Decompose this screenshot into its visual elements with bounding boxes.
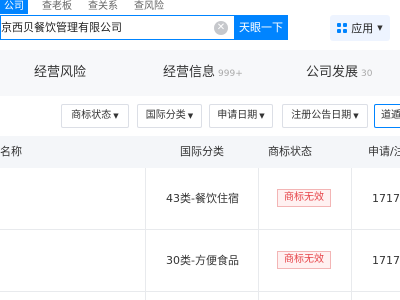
table-row[interactable]: 30类-方便食品 商标无效 17174 bbox=[0, 230, 400, 292]
col-intl-class: 国际分类 bbox=[180, 145, 224, 158]
caret-down-icon: ▼ bbox=[377, 24, 383, 32]
tab-operating-info[interactable]: 经营信息 999+ bbox=[163, 50, 243, 96]
tab-company-development[interactable]: 公司发展 30 bbox=[306, 50, 372, 96]
search-header: 公司 查老板 查关系 查风险 京西贝餐饮管理有限公司 ✕ 天眼一下 应用 ▼ bbox=[0, 0, 400, 45]
triangle-down-icon: ▼ bbox=[113, 112, 119, 120]
tab-count: 999+ bbox=[218, 69, 243, 79]
tab-boss[interactable]: 查老板 bbox=[42, 0, 72, 14]
tab-company[interactable]: 公司 bbox=[0, 0, 28, 14]
filter-announce-date[interactable]: 注册公告日期 ▼ bbox=[282, 104, 368, 128]
table-row[interactable]: 43类-餐饮住宿 商标无效 17174 bbox=[0, 168, 400, 230]
search-input-wrapper: 京西贝餐饮管理有限公司 ✕ bbox=[0, 15, 234, 40]
filter-label: 道遁 bbox=[381, 110, 400, 121]
intl-class-cell: 43类-餐饮住宿 bbox=[166, 192, 239, 205]
filter-label: 注册公告日期 bbox=[291, 110, 352, 121]
tab-count: 30 bbox=[361, 69, 373, 79]
filter-label: 国际分类 bbox=[145, 110, 186, 121]
status-badge: 商标无效 bbox=[277, 251, 331, 269]
triangle-down-icon: ▼ bbox=[259, 112, 265, 120]
triangle-down-icon: ▼ bbox=[187, 112, 194, 120]
filter-label: 申请日期 bbox=[217, 110, 258, 121]
category-tabs: 经营风险 经营信息 999+ 公司发展 30 bbox=[0, 50, 400, 96]
apply-no-cell: 17174 bbox=[372, 254, 400, 267]
app-button-label: 应用 bbox=[351, 22, 374, 35]
grid-icon bbox=[337, 23, 348, 33]
filter-label: 商标状态 bbox=[71, 110, 112, 121]
filter-search-input[interactable]: 道遁 bbox=[374, 104, 400, 128]
table-header: 名称 国际分类 商标状态 申请/注 bbox=[0, 136, 400, 168]
intl-class-cell: 30类-方便食品 bbox=[166, 254, 239, 267]
tab-label: 公司发展 bbox=[306, 65, 359, 80]
trademark-page: 公司 查老板 查关系 查风险 京西贝餐饮管理有限公司 ✕ 天眼一下 应用 ▼ 经… bbox=[0, 0, 400, 300]
app-menu-button[interactable]: 应用 ▼ bbox=[330, 15, 390, 41]
search-button[interactable]: 天眼一下 bbox=[234, 15, 288, 40]
tab-label: 经营信息 bbox=[163, 65, 216, 80]
tab-operating-risk[interactable]: 经营风险 bbox=[34, 50, 86, 96]
col-name: 名称 bbox=[0, 145, 22, 158]
close-circle-icon[interactable]: ✕ bbox=[214, 20, 228, 35]
tab-relations[interactable]: 查关系 bbox=[88, 0, 118, 14]
status-badge: 商标无效 bbox=[277, 189, 331, 207]
search-type-tabs: 公司 查老板 查关系 查风险 bbox=[0, 0, 180, 14]
search-input[interactable]: 京西贝餐饮管理有限公司 bbox=[1, 16, 214, 39]
filter-intl-class[interactable]: 国际分类 ▼ bbox=[137, 104, 202, 128]
tab-risk[interactable]: 查风险 bbox=[134, 0, 164, 14]
filter-apply-date[interactable]: 申请日期 ▼ bbox=[209, 104, 273, 128]
filter-bar: 商标状态 ▼ 国际分类 ▼ 申请日期 ▼ 注册公告日期 ▼ 道遁 bbox=[0, 104, 400, 128]
apply-no-cell: 17174 bbox=[372, 192, 400, 205]
col-apply-no: 申请/注 bbox=[368, 145, 400, 158]
filter-trademark-status[interactable]: 商标状态 ▼ bbox=[61, 104, 129, 128]
col-status: 商标状态 bbox=[268, 145, 312, 158]
triangle-down-icon: ▼ bbox=[353, 112, 359, 120]
tab-label: 经营风险 bbox=[34, 65, 87, 80]
